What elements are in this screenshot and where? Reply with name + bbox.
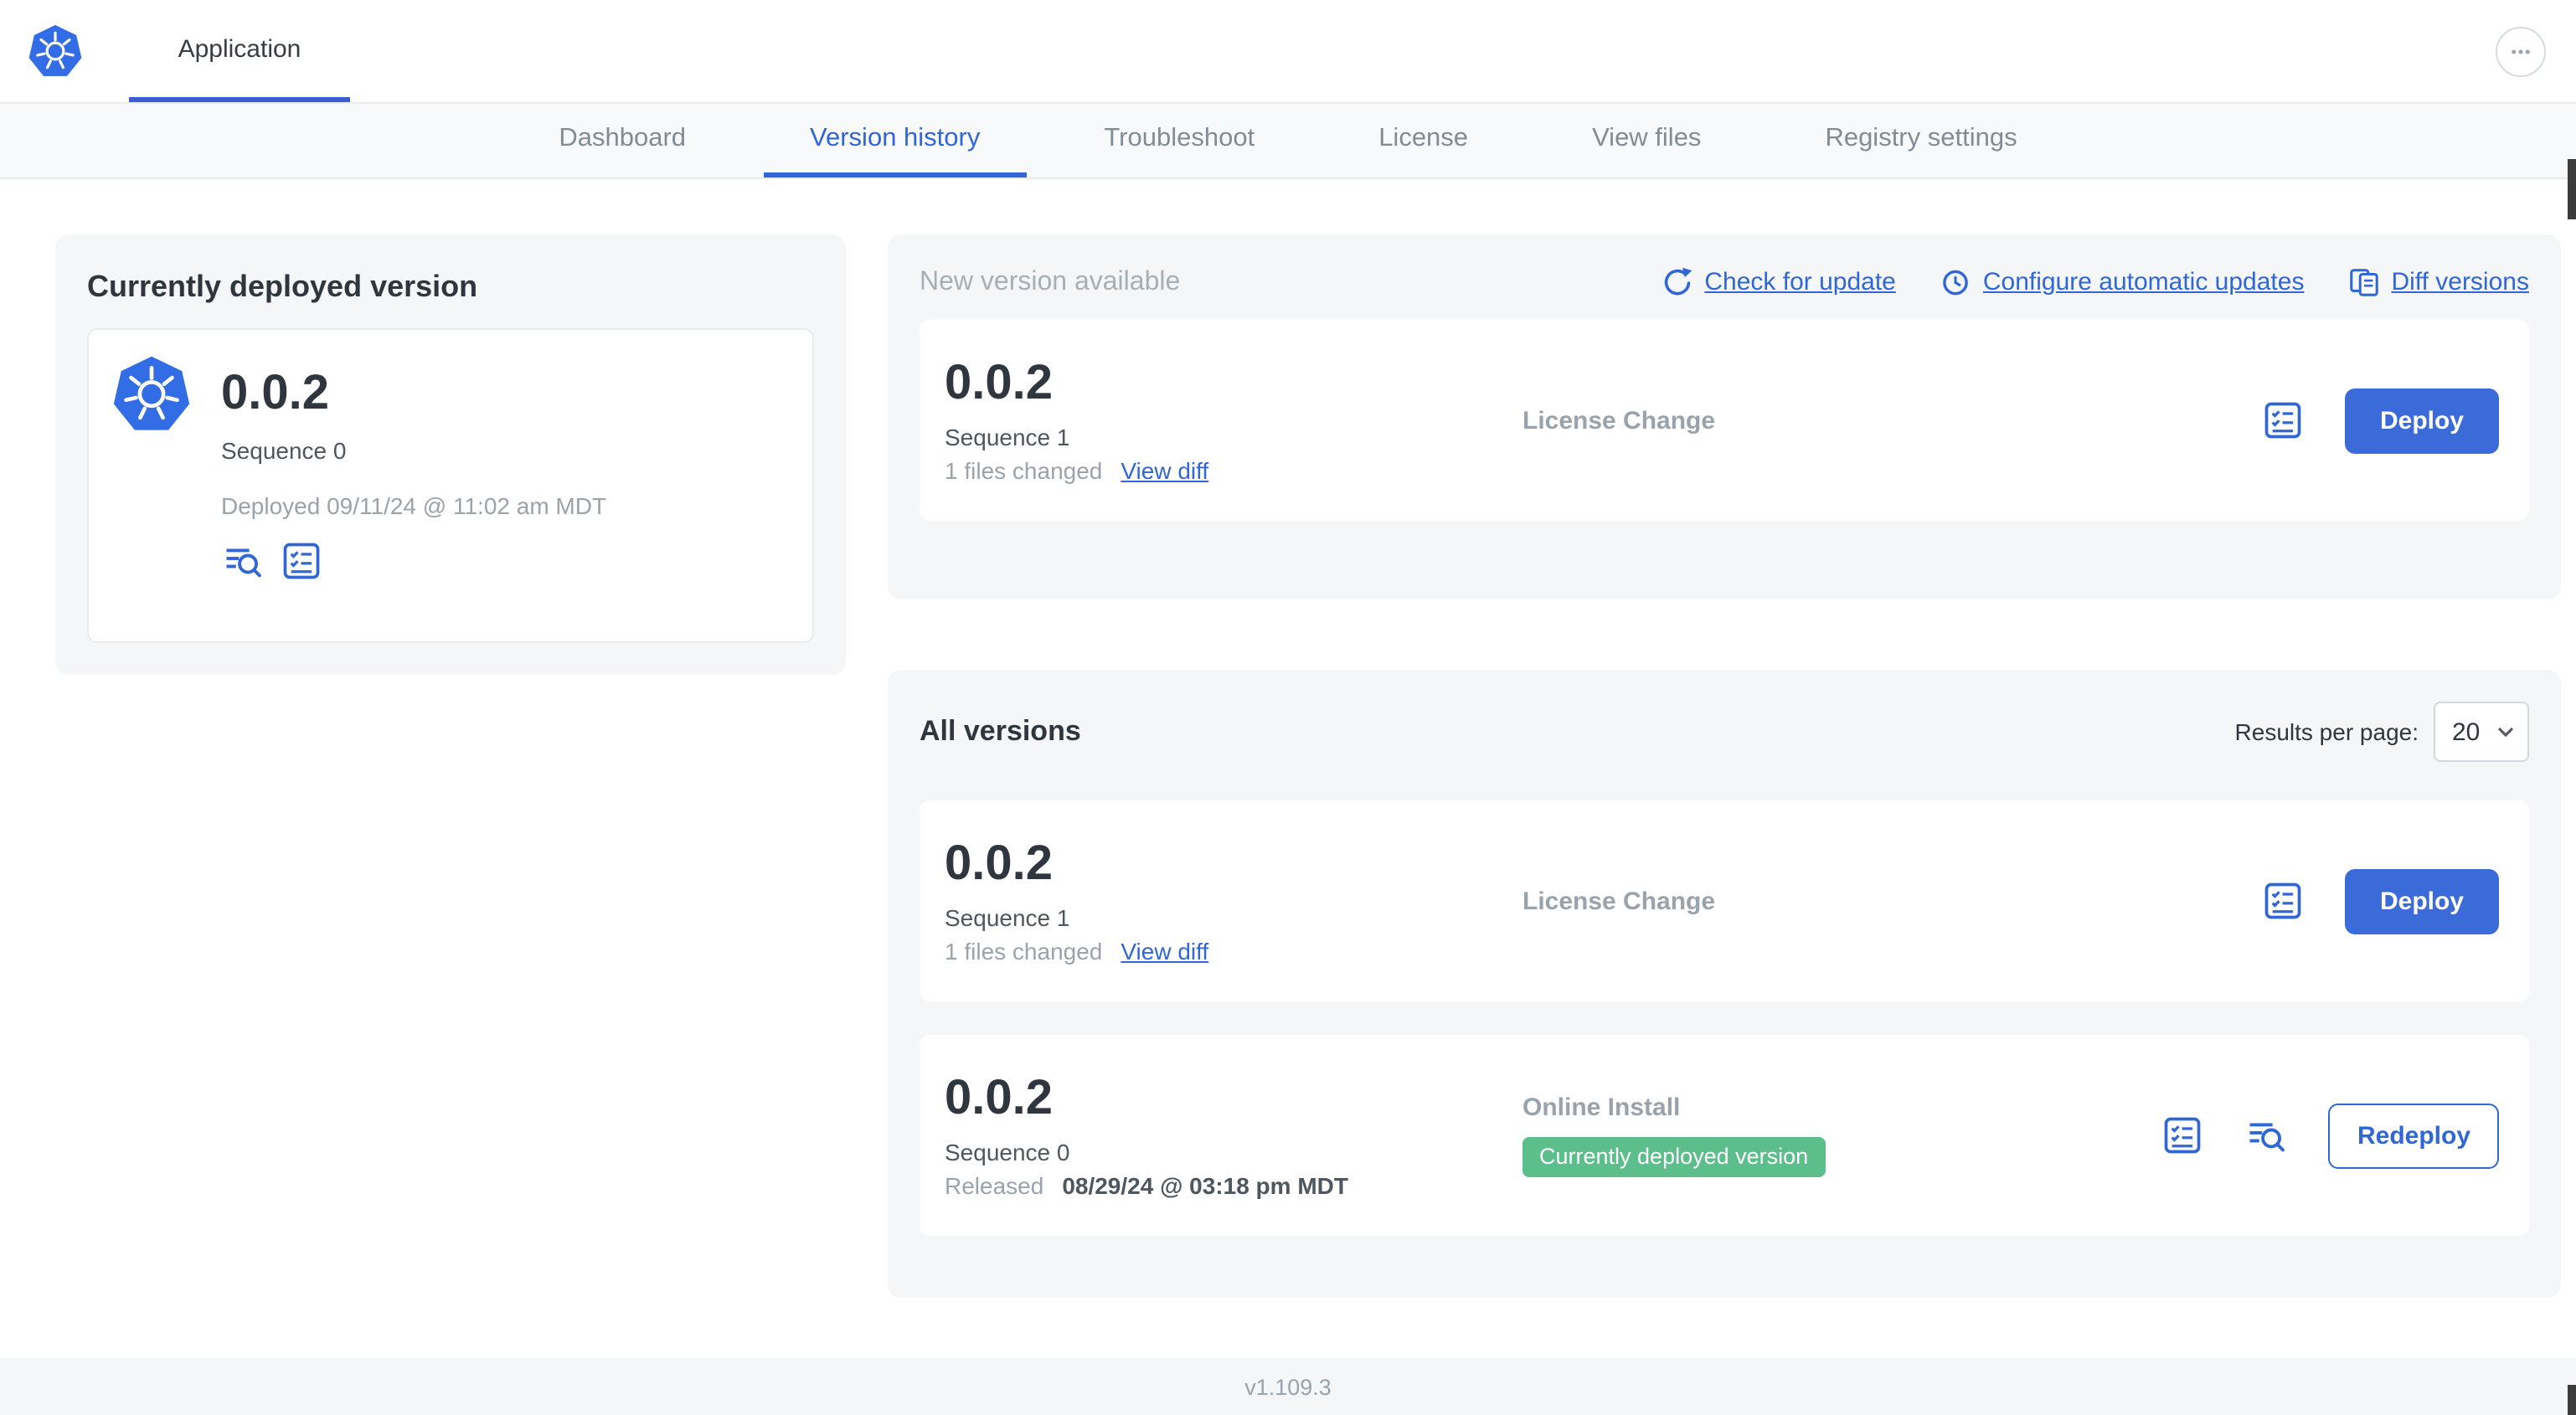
currently-deployed-badge: Currently deployed version <box>1522 1137 1826 1177</box>
tab-dashboard[interactable]: Dashboard <box>512 104 733 178</box>
kubernetes-logo-icon <box>111 353 193 437</box>
release-notes-button[interactable] <box>2261 879 2305 923</box>
all-versions-title: All versions <box>920 715 1081 747</box>
view-diff-link[interactable]: View diff <box>1121 456 1208 483</box>
version-row: 0.0.2 Sequence 1 1 files changed View di… <box>920 800 2529 1001</box>
version-source: License Change <box>1522 406 2261 435</box>
version-info: 0.0.2 Sequence 0 Released 08/29/24 @ 03:… <box>945 1073 1522 1199</box>
configure-automatic-updates-link[interactable]: Configure automatic updates <box>1940 266 2305 298</box>
tab-license[interactable]: License <box>1332 104 1515 178</box>
results-per-page-label: Results per page: <box>2234 718 2419 745</box>
current-version-details: 0.0.2 Sequence 0 Deployed 09/11/24 @ 11:… <box>221 353 606 618</box>
current-version-card: 0.0.2 Sequence 0 Deployed 09/11/24 @ 11:… <box>87 328 814 643</box>
app-tab-application[interactable]: Application <box>129 0 350 102</box>
released-date: 08/29/24 @ 03:18 pm MDT <box>1062 1171 1348 1199</box>
new-version-header: New version available Check for update C… <box>920 266 2529 298</box>
view-logs-icon <box>2245 1114 2289 1157</box>
kubernetes-logo-icon <box>27 23 84 80</box>
all-versions-header: All versions Results per page: 20 <box>920 702 2529 762</box>
diff-icon <box>2347 266 2379 298</box>
chevron-down-icon <box>2497 727 2514 737</box>
diff-versions-link[interactable]: Diff versions <box>2347 266 2529 298</box>
configure-automatic-updates-label: Configure automatic updates <box>1982 268 2305 296</box>
version-source: License Change <box>1522 887 2261 915</box>
diff-versions-label: Diff versions <box>2391 268 2529 296</box>
files-changed-label: 1 files changed <box>945 937 1103 965</box>
version-actions: Redeploy <box>2161 1103 2499 1168</box>
release-notes-button[interactable] <box>2261 399 2305 442</box>
console-version: v1.109.3 <box>1244 1374 1332 1399</box>
release-notes-icon <box>2161 1114 2205 1157</box>
new-version-panel: New version available Check for update C… <box>888 234 2561 599</box>
deploy-button[interactable]: Deploy <box>2344 868 2499 934</box>
ellipsis-icon <box>2506 37 2536 67</box>
deploy-button[interactable]: Deploy <box>2344 388 2499 453</box>
view-logs-icon <box>221 540 265 584</box>
files-changed-row: 1 files changed View diff <box>945 937 1522 964</box>
release-notes-icon <box>2261 879 2305 923</box>
release-notes-button[interactable] <box>2161 1114 2205 1157</box>
source-label: Online Install <box>1522 1093 1681 1122</box>
sequence-label: Sequence 1 <box>945 903 1070 931</box>
new-version-title: New version available <box>920 267 1181 296</box>
source-label: License Change <box>1522 887 1716 915</box>
main-content: Currently deployed version 0.0.2 Sequenc… <box>0 179 2576 1358</box>
more-menu-button[interactable] <box>2496 27 2546 77</box>
app-root: Application Dashboard Version history Tr… <box>0 0 2576 1415</box>
app-footer: v1.109.3 <box>0 1358 2576 1415</box>
current-version-panel: Currently deployed version 0.0.2 Sequenc… <box>55 234 846 675</box>
scrollbar-thumb[interactable] <box>2568 159 2576 219</box>
view-logs-button[interactable] <box>2245 1114 2289 1157</box>
deployed-timestamp: Deployed 09/11/24 @ 11:02 am MDT <box>221 492 607 520</box>
version-source: Online Install Currently deployed versio… <box>1522 1093 2161 1177</box>
version-number: 0.0.2 <box>945 837 1053 892</box>
files-changed-label: 1 files changed <box>945 456 1103 484</box>
release-notes-button[interactable] <box>280 540 323 584</box>
version-actions: Deploy <box>2261 388 2499 453</box>
refresh-icon <box>1661 266 1692 298</box>
version-actions: Deploy <box>2261 868 2499 934</box>
results-per-page-value: 20 <box>2452 718 2481 746</box>
results-per-page: Results per page: 20 <box>2235 702 2529 762</box>
results-per-page-select[interactable]: 20 <box>2434 702 2529 762</box>
version-number: 0.0.2 <box>945 1072 1053 1126</box>
sequence-label: Sequence 1 <box>945 423 1070 450</box>
sequence-label: Sequence 0 <box>945 1138 1070 1165</box>
app-header: Application <box>0 0 2576 104</box>
check-for-update-link[interactable]: Check for update <box>1661 266 1896 298</box>
all-versions-panel: All versions Results per page: 20 0.0.2 … <box>888 670 2561 1298</box>
tab-version-history[interactable]: Version history <box>763 104 1028 178</box>
logo-container <box>0 0 84 102</box>
clock-icon <box>1940 266 1971 298</box>
nav-tabs: Dashboard Version history Troubleshoot L… <box>0 104 2576 179</box>
current-version-title: Currently deployed version <box>87 270 478 303</box>
released-label: Released <box>945 1171 1044 1199</box>
scrollbar-thumb[interactable] <box>2568 1385 2576 1415</box>
released-row: Released 08/29/24 @ 03:18 pm MDT <box>945 1171 1522 1198</box>
redeploy-button[interactable]: Redeploy <box>2328 1103 2499 1168</box>
sequence-label: Sequence 0 <box>221 437 347 465</box>
version-number: 0.0.2 <box>945 357 1053 411</box>
view-logs-button[interactable] <box>221 540 265 584</box>
app-tab-label: Application <box>178 34 301 63</box>
check-for-update-label: Check for update <box>1704 268 1896 296</box>
version-info: 0.0.2 Sequence 1 1 files changed View di… <box>945 838 1522 965</box>
update-actions: Check for update Configure automatic upd… <box>1661 266 2529 298</box>
view-diff-link[interactable]: View diff <box>1121 937 1208 964</box>
version-info: 0.0.2 Sequence 1 1 files changed View di… <box>945 358 1522 484</box>
files-changed-row: 1 files changed View diff <box>945 456 1522 483</box>
version-row: 0.0.2 Sequence 0 Released 08/29/24 @ 03:… <box>920 1035 2529 1236</box>
release-notes-icon <box>2261 399 2305 442</box>
new-version-card: 0.0.2 Sequence 1 1 files changed View di… <box>920 320 2529 521</box>
tab-view-files[interactable]: View files <box>1545 104 1748 178</box>
version-number: 0.0.2 <box>221 367 329 420</box>
current-version-actions <box>221 540 606 584</box>
release-notes-icon <box>280 540 323 584</box>
tab-registry-settings[interactable]: Registry settings <box>1778 104 2063 178</box>
source-label: License Change <box>1522 406 1716 435</box>
tab-troubleshoot[interactable]: Troubleshoot <box>1057 104 1301 178</box>
